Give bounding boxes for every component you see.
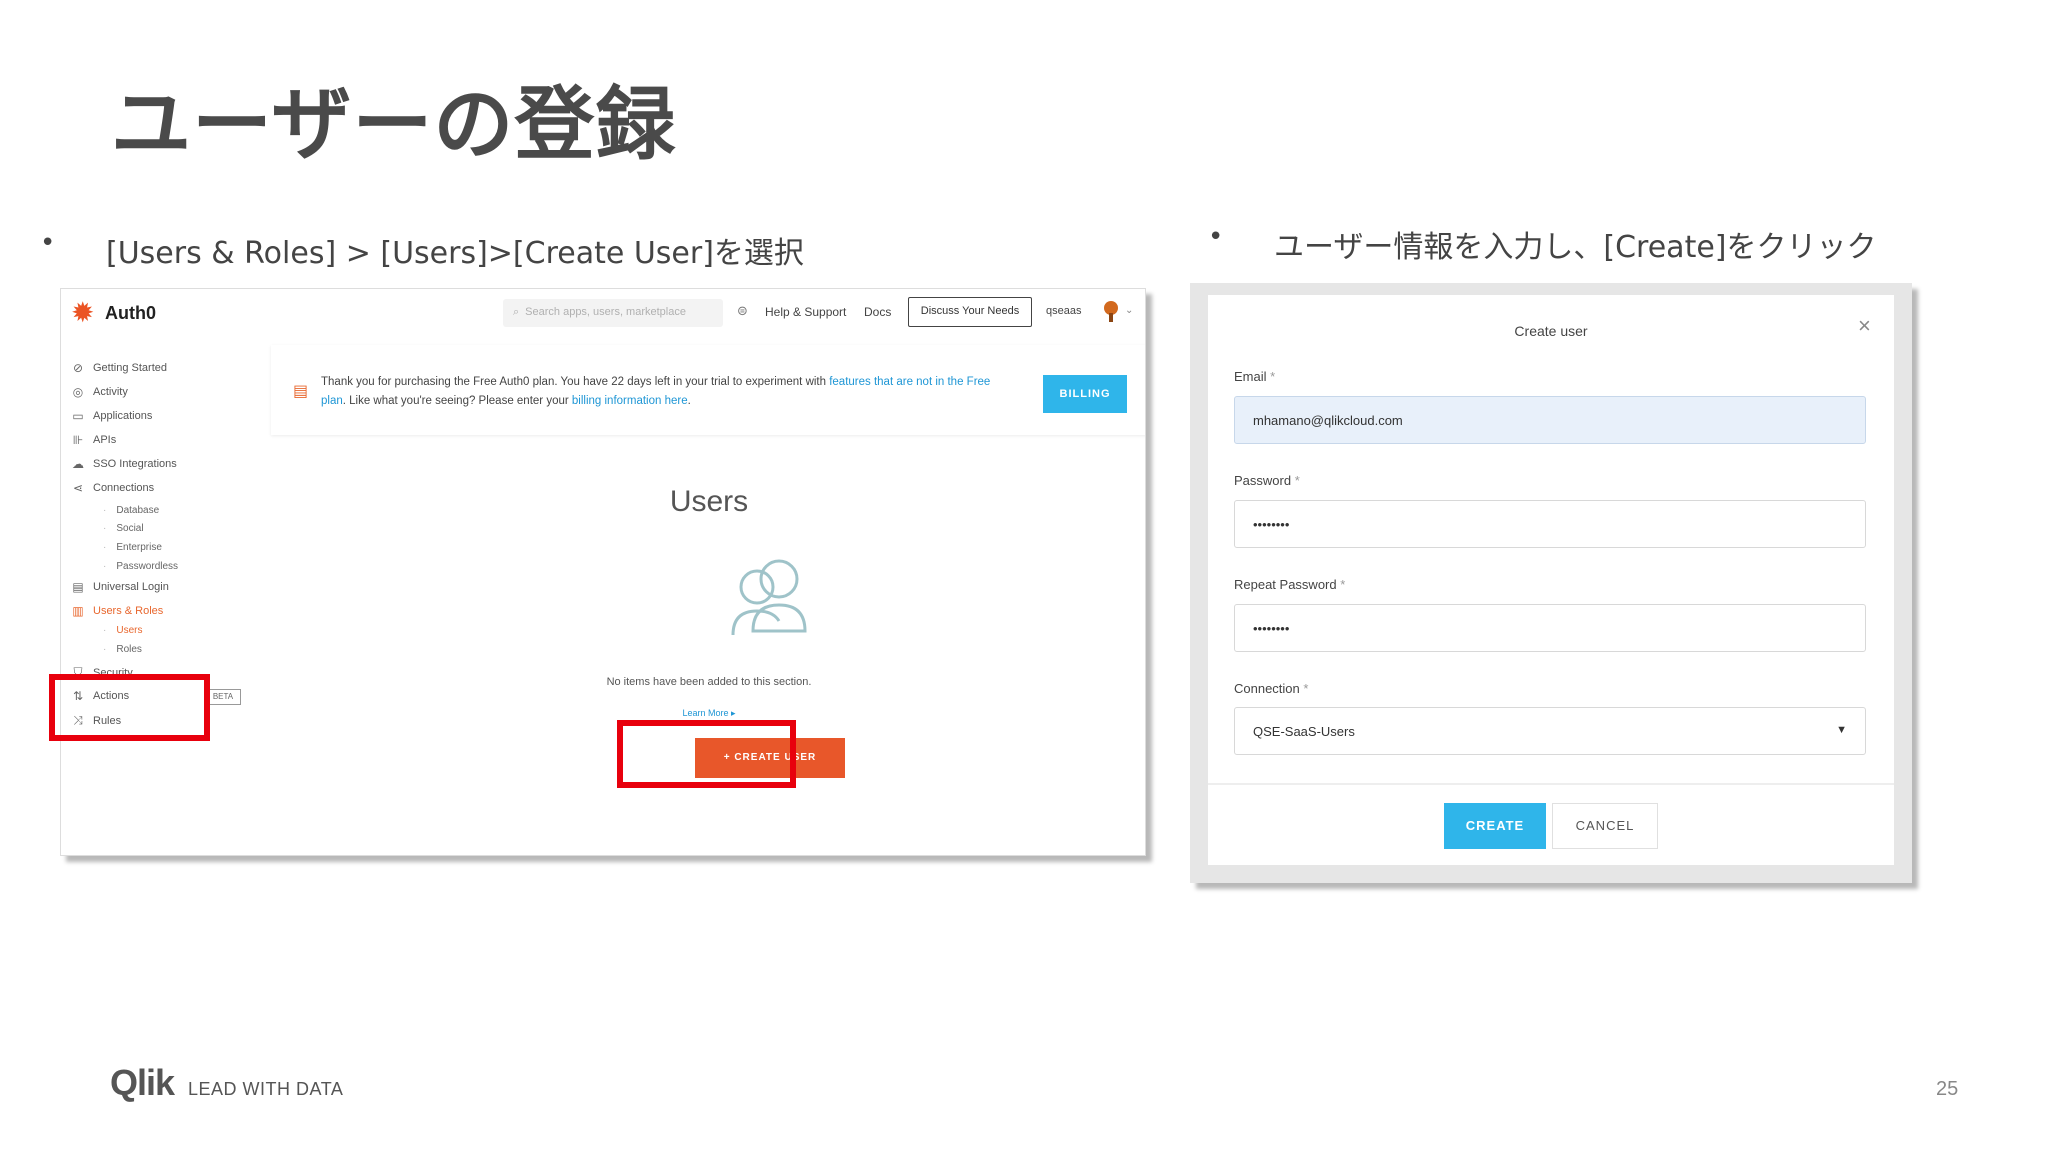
caret-down-icon: ▼ <box>1836 724 1847 736</box>
dialog-footer: CREATE CANCEL <box>1208 783 1894 865</box>
compass-icon: ⊘ <box>72 361 84 375</box>
apis-icon: ⊪ <box>72 433 84 447</box>
learn-more-link[interactable]: Learn More ▸ <box>271 708 1145 719</box>
activity-icon: ◎ <box>72 385 84 399</box>
sidebar-item-applications[interactable]: ▭ Applications <box>71 409 152 423</box>
sidebar-item-label: Users & Roles <box>93 605 164 617</box>
beta-badge: BETA <box>205 689 241 705</box>
create-button[interactable]: CREATE <box>1444 803 1546 849</box>
slide-title: ユーザーの登録 <box>111 78 677 171</box>
search-input[interactable]: ⌕ Search apps, users, marketplace <box>503 299 723 327</box>
create-user-screenshot: Create user × Email * mhamano@qlikcloud.… <box>1190 283 1912 883</box>
search-icon: ⌕ <box>513 306 520 318</box>
auth0-header: ✹ Auth0 ⌕ Search apps, users, marketplac… <box>61 289 1145 345</box>
highlight-users-roles <box>49 674 210 741</box>
brand-tagline: LEAD WITH DATA <box>188 1079 344 1099</box>
help-icon[interactable]: ⊜ <box>737 303 748 319</box>
qlik-brand: Qlik LEAD WITH DATA <box>110 1062 343 1104</box>
sidebar-item-universal-login[interactable]: ▤ Universal Login <box>71 580 169 594</box>
page-title: Users <box>669 485 749 518</box>
search-placeholder: Search apps, users, marketplace <box>525 306 686 318</box>
billing-information-link[interactable]: billing information here <box>572 395 688 407</box>
repeat-password-label: Repeat Password * <box>1234 577 1346 592</box>
trial-banner: ▤ Thank you for purchasing the Free Auth… <box>271 345 1145 435</box>
sidebar-item-label: Universal Login <box>93 581 169 593</box>
connection-label: Connection * <box>1234 681 1309 696</box>
password-field[interactable]: •••••••• <box>1234 500 1866 548</box>
sidebar-item-label: Applications <box>93 410 153 422</box>
avatar-icon[interactable] <box>1101 300 1121 324</box>
sidebar-item-apis[interactable]: ⊪ APIs <box>71 433 116 447</box>
sidebar-item-label: Connections <box>93 482 155 494</box>
billing-button[interactable]: BILLING <box>1043 375 1127 413</box>
sidebar-item-getting-started[interactable]: ⊘ Getting Started <box>71 361 167 375</box>
sidebar-subitem-enterprise[interactable]: Enterprise <box>103 542 162 553</box>
sidebar-item-label: APIs <box>93 434 117 446</box>
repeat-password-field[interactable]: •••••••• <box>1234 604 1866 652</box>
auth0-users-screenshot: ✹ Auth0 ⌕ Search apps, users, marketplac… <box>60 288 1146 856</box>
sidebar-subitem-roles[interactable]: Roles <box>103 644 142 655</box>
cloud-icon: ☁ <box>72 457 84 471</box>
applications-icon: ▭ <box>72 409 84 423</box>
connection-value: QSE-SaaS-Users <box>1253 724 1355 739</box>
docs-link[interactable]: Docs <box>864 305 891 319</box>
connection-select[interactable]: QSE-SaaS-Users ▼ <box>1234 707 1866 755</box>
close-icon[interactable]: × <box>1858 313 1871 339</box>
users-icon <box>731 559 807 636</box>
sidebar-subitem-social[interactable]: Social <box>103 523 143 534</box>
help-support-link[interactable]: Help & Support <box>765 305 846 319</box>
sidebar: ⊘ Getting Started ◎ Activity ▭ Applications… <box>61 345 261 855</box>
bullet-right-text: ユーザー情報を入力し、[Create]をクリック <box>1274 230 1877 265</box>
auth0-shield-icon: ✹ <box>71 297 95 328</box>
dialog-title: Create user <box>1514 323 1588 339</box>
sidebar-subitem-database[interactable]: Database <box>103 505 159 516</box>
bullet-left-text: [Users & Roles] > [Users]>[Create User]を… <box>106 236 804 271</box>
qlik-logo: Qlik <box>110 1062 175 1103</box>
trial-banner-text: Thank you for purchasing the Free Auth0 … <box>321 376 991 407</box>
login-icon: ▤ <box>72 580 84 594</box>
sidebar-item-sso[interactable]: ☁ SSO Integrations <box>71 457 177 471</box>
sidebar-subitem-passwordless[interactable]: Passwordless <box>103 561 178 572</box>
sidebar-item-label: Getting Started <box>93 362 167 374</box>
page-number: 25 <box>1936 1078 1959 1100</box>
create-user-dialog: Create user × Email * mhamano@qlikcloud.… <box>1208 295 1894 865</box>
password-label: Password * <box>1234 473 1300 488</box>
cancel-button[interactable]: CANCEL <box>1552 803 1658 849</box>
email-field[interactable]: mhamano@qlikcloud.com <box>1234 396 1866 444</box>
sidebar-item-users-roles[interactable]: ▥ Users & Roles <box>71 604 163 618</box>
sidebar-item-connections[interactable]: ⋖ Connections <box>71 481 154 495</box>
connections-icon: ⋖ <box>72 481 84 495</box>
users-roles-icon: ▥ <box>72 604 84 618</box>
bullet-marker: • <box>40 228 56 258</box>
discuss-needs-button[interactable]: Discuss Your Needs <box>908 297 1032 327</box>
sidebar-item-label: SSO Integrations <box>93 458 177 470</box>
sidebar-item-label: Activity <box>93 386 128 398</box>
auth0-logo[interactable]: ✹ Auth0 <box>71 299 156 327</box>
email-label: Email * <box>1234 369 1276 384</box>
bullet-marker: • <box>1208 222 1224 252</box>
auth0-logo-text: Auth0 <box>105 302 156 323</box>
sidebar-item-activity[interactable]: ◎ Activity <box>71 385 128 399</box>
sidebar-subitem-users[interactable]: Users <box>103 625 142 636</box>
empty-state-message: No items have been added to this section… <box>606 676 812 688</box>
billing-card-icon: ▤ <box>293 383 309 400</box>
tenant-name[interactable]: qseaas <box>1046 305 1081 317</box>
highlight-create-user <box>617 720 796 788</box>
chevron-down-icon[interactable]: ⌄ <box>1125 305 1133 316</box>
